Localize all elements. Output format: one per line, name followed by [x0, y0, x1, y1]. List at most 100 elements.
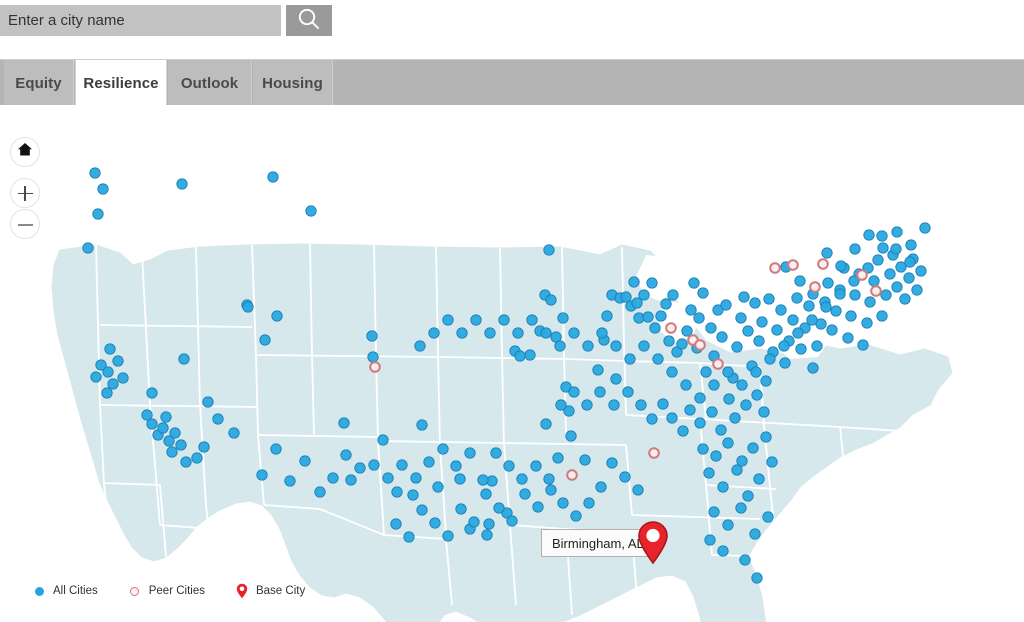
all-city-dot[interactable] — [708, 506, 720, 518]
peer-city-dot[interactable] — [769, 262, 781, 274]
all-city-dot[interactable] — [731, 464, 743, 476]
all-city-dot[interactable] — [706, 406, 718, 418]
all-city-dot[interactable] — [437, 443, 449, 455]
all-city-dot[interactable] — [112, 355, 124, 367]
all-city-dot[interactable] — [391, 486, 403, 498]
peer-city-dot[interactable] — [369, 361, 381, 373]
all-city-dot[interactable] — [791, 292, 803, 304]
all-city-dot[interactable] — [477, 474, 489, 486]
all-city-dot[interactable] — [340, 449, 352, 461]
all-city-dot[interactable] — [666, 412, 678, 424]
all-city-dot[interactable] — [666, 366, 678, 378]
all-city-dot[interactable] — [314, 486, 326, 498]
search-input[interactable] — [0, 5, 281, 36]
all-city-dot[interactable] — [416, 504, 428, 516]
all-city-dot[interactable] — [723, 393, 735, 405]
all-city-dot[interactable] — [532, 501, 544, 513]
all-city-dot[interactable] — [903, 272, 915, 284]
all-city-dot[interactable] — [259, 334, 271, 346]
all-city-dot[interactable] — [624, 353, 636, 365]
all-city-dot[interactable] — [557, 312, 569, 324]
all-city-dot[interactable] — [731, 341, 743, 353]
all-city-dot[interactable] — [722, 437, 734, 449]
all-city-dot[interactable] — [601, 310, 613, 322]
all-city-dot[interactable] — [868, 275, 880, 287]
peer-city-dot[interactable] — [665, 322, 677, 334]
all-city-dot[interactable] — [919, 222, 931, 234]
all-city-dot[interactable] — [807, 362, 819, 374]
peer-city-dot[interactable] — [712, 358, 724, 370]
all-city-dot[interactable] — [117, 372, 129, 384]
all-city-dot[interactable] — [657, 398, 669, 410]
all-city-dot[interactable] — [864, 296, 876, 308]
all-city-dot[interactable] — [470, 314, 482, 326]
all-city-dot[interactable] — [771, 324, 783, 336]
all-city-dot[interactable] — [742, 325, 754, 337]
all-city-dot[interactable] — [555, 399, 567, 411]
all-city-dot[interactable] — [212, 413, 224, 425]
all-city-dot[interactable] — [660, 298, 672, 310]
all-city-dot[interactable] — [694, 392, 706, 404]
all-city-dot[interactable] — [677, 425, 689, 437]
all-city-dot[interactable] — [403, 531, 415, 543]
all-city-dot[interactable] — [735, 502, 747, 514]
all-city-dot[interactable] — [826, 324, 838, 336]
all-city-dot[interactable] — [540, 418, 552, 430]
all-city-dot[interactable] — [366, 330, 378, 342]
all-city-dot[interactable] — [284, 475, 296, 487]
all-city-dot[interactable] — [751, 389, 763, 401]
all-city-dot[interactable] — [738, 291, 750, 303]
all-city-dot[interactable] — [175, 439, 187, 451]
peer-city-dot[interactable] — [870, 285, 882, 297]
all-city-dot[interactable] — [468, 516, 480, 528]
all-city-dot[interactable] — [104, 343, 116, 355]
peer-city-dot[interactable] — [566, 469, 578, 481]
all-city-dot[interactable] — [739, 554, 751, 566]
all-city-dot[interactable] — [583, 497, 595, 509]
all-city-dot[interactable] — [803, 300, 815, 312]
all-city-dot[interactable] — [92, 208, 104, 220]
all-city-dot[interactable] — [97, 183, 109, 195]
all-city-dot[interactable] — [822, 277, 834, 289]
all-city-dot[interactable] — [716, 331, 728, 343]
all-city-dot[interactable] — [872, 254, 884, 266]
all-city-dot[interactable] — [101, 387, 113, 399]
all-city-dot[interactable] — [242, 301, 254, 313]
all-city-dot[interactable] — [899, 293, 911, 305]
all-city-dot[interactable] — [717, 545, 729, 557]
all-city-dot[interactable] — [628, 276, 640, 288]
all-city-dot[interactable] — [557, 497, 569, 509]
all-city-dot[interactable] — [338, 417, 350, 429]
all-city-dot[interactable] — [82, 242, 94, 254]
all-city-dot[interactable] — [514, 350, 526, 362]
all-city-dot[interactable] — [579, 454, 591, 466]
all-city-dot[interactable] — [694, 417, 706, 429]
all-city-dot[interactable] — [568, 386, 580, 398]
all-city-dot[interactable] — [592, 364, 604, 376]
all-city-dot[interactable] — [256, 469, 268, 481]
all-city-dot[interactable] — [90, 371, 102, 383]
all-city-dot[interactable] — [354, 462, 366, 474]
all-city-dot[interactable] — [157, 422, 169, 434]
all-city-dot[interactable] — [655, 310, 667, 322]
all-city-dot[interactable] — [506, 515, 518, 527]
all-city-dot[interactable] — [722, 519, 734, 531]
all-city-dot[interactable] — [429, 517, 441, 529]
base-city-pin[interactable] — [636, 519, 670, 567]
all-city-dot[interactable] — [160, 411, 172, 423]
all-city-dot[interactable] — [760, 431, 772, 443]
all-city-dot[interactable] — [680, 379, 692, 391]
all-city-dot[interactable] — [610, 340, 622, 352]
all-city-dot[interactable] — [753, 335, 765, 347]
all-city-dot[interactable] — [455, 503, 467, 515]
all-city-dot[interactable] — [905, 239, 917, 251]
all-city-dot[interactable] — [834, 288, 846, 300]
all-city-dot[interactable] — [861, 317, 873, 329]
all-city-dot[interactable] — [596, 327, 608, 339]
all-city-dot[interactable] — [795, 343, 807, 355]
all-city-dot[interactable] — [89, 167, 101, 179]
all-city-dot[interactable] — [764, 353, 776, 365]
all-city-dot[interactable] — [95, 359, 107, 371]
all-city-dot[interactable] — [619, 471, 631, 483]
all-city-dot[interactable] — [146, 387, 158, 399]
